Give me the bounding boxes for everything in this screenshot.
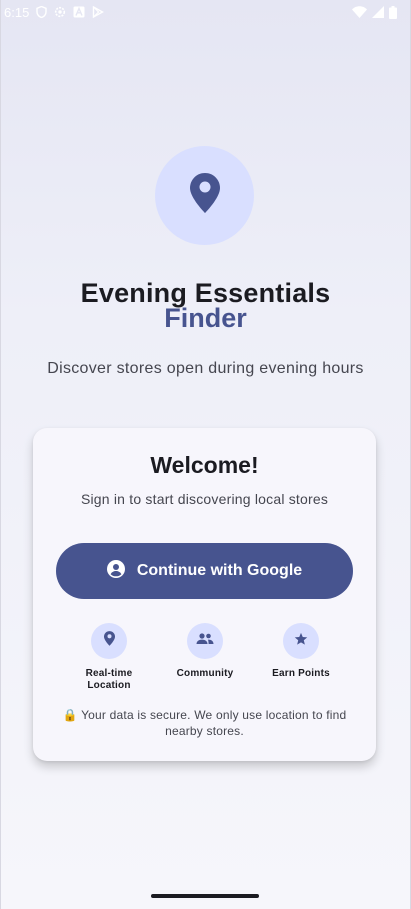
card-subtitle: Sign in to start discovering local store… xyxy=(80,491,329,507)
app-title-accent: Finder xyxy=(164,303,247,333)
feature-icon-container xyxy=(91,623,127,659)
location-pin-icon xyxy=(189,173,220,218)
home-indicator[interactable] xyxy=(151,894,259,898)
shield-icon xyxy=(36,6,48,18)
feature-community: Community xyxy=(160,623,250,680)
status-bar: 6:15 xyxy=(0,0,411,24)
feature-label: Community xyxy=(176,668,234,679)
feature-label: Real-time Location xyxy=(85,668,133,691)
feature-earn-points: Earn Points xyxy=(256,623,346,680)
play-store-icon xyxy=(92,6,105,18)
continue-with-google-button[interactable]: Continue with Google xyxy=(56,543,353,599)
status-left: 6:15 xyxy=(4,4,105,20)
status-right xyxy=(352,5,397,19)
feature-icon-container xyxy=(187,623,223,659)
wifi-icon xyxy=(352,6,367,18)
feature-label: Earn Points xyxy=(272,668,330,679)
google-button-label: Continue with Google xyxy=(136,562,303,579)
status-time: 6:15 xyxy=(4,4,30,20)
card-title: Welcome! xyxy=(150,452,259,478)
people-icon xyxy=(196,632,214,650)
settings-icon xyxy=(54,6,66,18)
app-tagline: Discover stores open during evening hour… xyxy=(47,360,364,377)
privacy-note: 🔒 Your data is secure. We only use locat… xyxy=(62,708,347,738)
feature-icon-container xyxy=(283,623,319,659)
hero-icon-container xyxy=(155,146,254,245)
star-icon xyxy=(294,632,308,651)
signal-icon xyxy=(372,6,384,18)
account-circle-icon xyxy=(106,559,125,583)
location-pin-icon xyxy=(103,631,115,651)
font-icon xyxy=(73,6,85,18)
sign-in-card: Welcome! Sign in to start discovering lo… xyxy=(33,428,376,761)
battery-icon xyxy=(389,5,397,19)
feature-real-time-location: Real-time Location xyxy=(64,623,154,692)
